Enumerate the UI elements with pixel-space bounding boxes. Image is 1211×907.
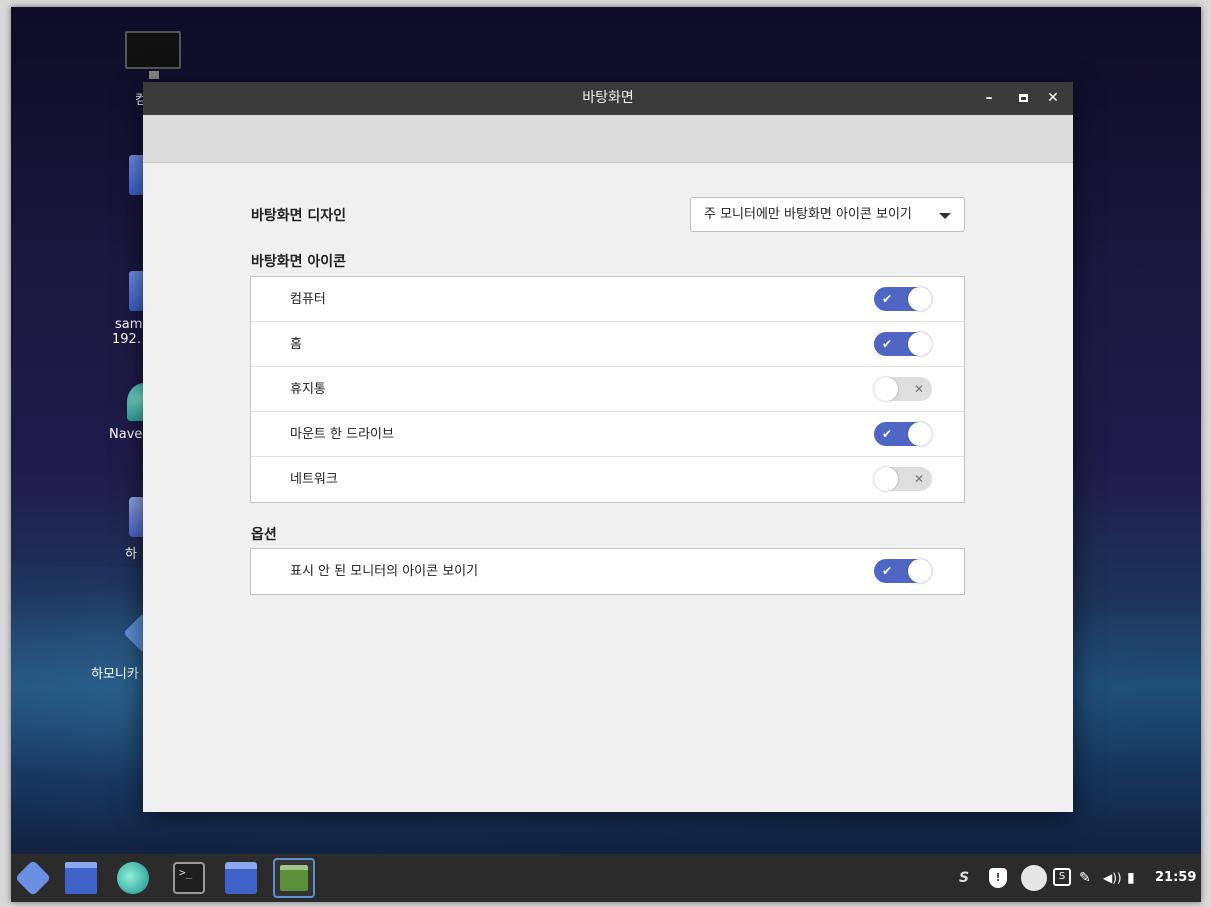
check-icon: ✔ xyxy=(882,292,893,306)
toggle-knob xyxy=(908,287,932,311)
window-title: 바탕화면 xyxy=(582,90,634,106)
list-item-computer: 컴퓨터 ✔ xyxy=(251,277,964,322)
check-icon: ✔ xyxy=(882,427,893,441)
check-icon: ✔ xyxy=(882,564,893,578)
list-item-label: 휴지통 xyxy=(290,382,326,397)
list-item-label: 홈 xyxy=(290,337,302,352)
pen-icon[interactable]: ✎ xyxy=(1079,868,1091,888)
window-toolbar xyxy=(143,115,1073,163)
toggle-trash[interactable]: ✕ xyxy=(874,377,932,401)
toggle-knob xyxy=(874,467,898,491)
settings-icon[interactable] xyxy=(273,858,315,898)
list-item-show-icons-hidden-monitor: 표시 안 된 모니터의 아이콘 보이기 ✔ xyxy=(251,549,964,594)
menu-icon[interactable] xyxy=(14,859,52,897)
whale-browser-icon[interactable] xyxy=(117,862,149,894)
caret-down-icon xyxy=(939,213,951,219)
toggle-computer[interactable]: ✔ xyxy=(874,287,932,311)
toggle-knob xyxy=(908,559,932,583)
dropdown-selected-value: 주 모니터에만 바탕화면 아이콘 보이기 xyxy=(704,207,912,222)
monitor-icon xyxy=(125,31,181,79)
list-item-trash: 휴지통 ✕ xyxy=(251,367,964,412)
maximize-button[interactable] xyxy=(1013,88,1033,108)
list-item-label: 네트워크 xyxy=(290,472,338,487)
cross-icon: ✕ xyxy=(914,382,925,396)
shield-icon[interactable]: ! xyxy=(989,868,1007,888)
desktop-icons-list: 컴퓨터 ✔ 홈 ✔ 휴지통 ✕ 마운트 한 드라이브 ✔ 네트워크 ✕ xyxy=(250,276,965,503)
toggle-network[interactable]: ✕ xyxy=(874,467,932,491)
toggle-knob xyxy=(908,422,932,446)
check-icon: ✔ xyxy=(882,337,893,351)
tray-box-icon[interactable]: S xyxy=(1053,868,1071,886)
list-item-label: 마운트 한 드라이브 xyxy=(290,427,394,442)
show-desktop-icon[interactable] xyxy=(65,862,97,894)
settings-window-thumb xyxy=(280,865,308,891)
terminal-icon[interactable]: >_ xyxy=(173,862,205,894)
list-item-network: 네트워크 ✕ xyxy=(251,457,964,502)
file-manager-icon[interactable] xyxy=(225,862,257,894)
close-button[interactable]: ✕ xyxy=(1043,88,1063,108)
clock[interactable]: 21:59 xyxy=(1155,868,1196,888)
tray-s-icon[interactable]: S xyxy=(959,868,969,888)
desktop-design-dropdown[interactable]: 주 모니터에만 바탕화면 아이콘 보이기 xyxy=(690,197,965,232)
toggle-home[interactable]: ✔ xyxy=(874,332,932,356)
options-list: 표시 안 된 모니터의 아이콘 보이기 ✔ xyxy=(250,548,965,595)
toggle-show-icons-hidden-monitor[interactable]: ✔ xyxy=(874,559,932,583)
toggle-knob xyxy=(908,332,932,356)
options-section-label: 옵션 xyxy=(251,527,277,543)
cross-icon: ✕ xyxy=(914,472,925,486)
desktop-design-label: 바탕화면 디자인 xyxy=(251,208,347,224)
toggle-knob xyxy=(874,377,898,401)
window-titlebar[interactable]: 바탕화면 – ✕ xyxy=(143,82,1073,115)
desktop-settings-window: 바탕화면 – ✕ 바탕화면 디자인 주 모니터에만 바탕화면 아이콘 보이기 바… xyxy=(143,82,1073,812)
network-icon[interactable]: ▮ xyxy=(1127,868,1135,888)
minimize-button[interactable]: – xyxy=(979,88,999,108)
maximize-icon xyxy=(1018,94,1028,102)
list-item-label: 컴퓨터 xyxy=(290,292,326,307)
toggle-mounted-drives[interactable]: ✔ xyxy=(874,422,932,446)
volume-icon[interactable]: ◀)) xyxy=(1103,868,1122,888)
list-item-home: 홈 ✔ xyxy=(251,322,964,367)
list-item-mounted-drives: 마운트 한 드라이브 ✔ xyxy=(251,412,964,457)
list-item-label: 표시 안 된 모니터의 아이콘 보이기 xyxy=(290,564,479,579)
taskbar: >_ S ! S ✎ ◀)) ▮ 21:59 xyxy=(11,854,1201,902)
desktop-icons-section-label: 바탕화면 아이콘 xyxy=(251,254,347,270)
circle-icon[interactable] xyxy=(1021,865,1047,891)
